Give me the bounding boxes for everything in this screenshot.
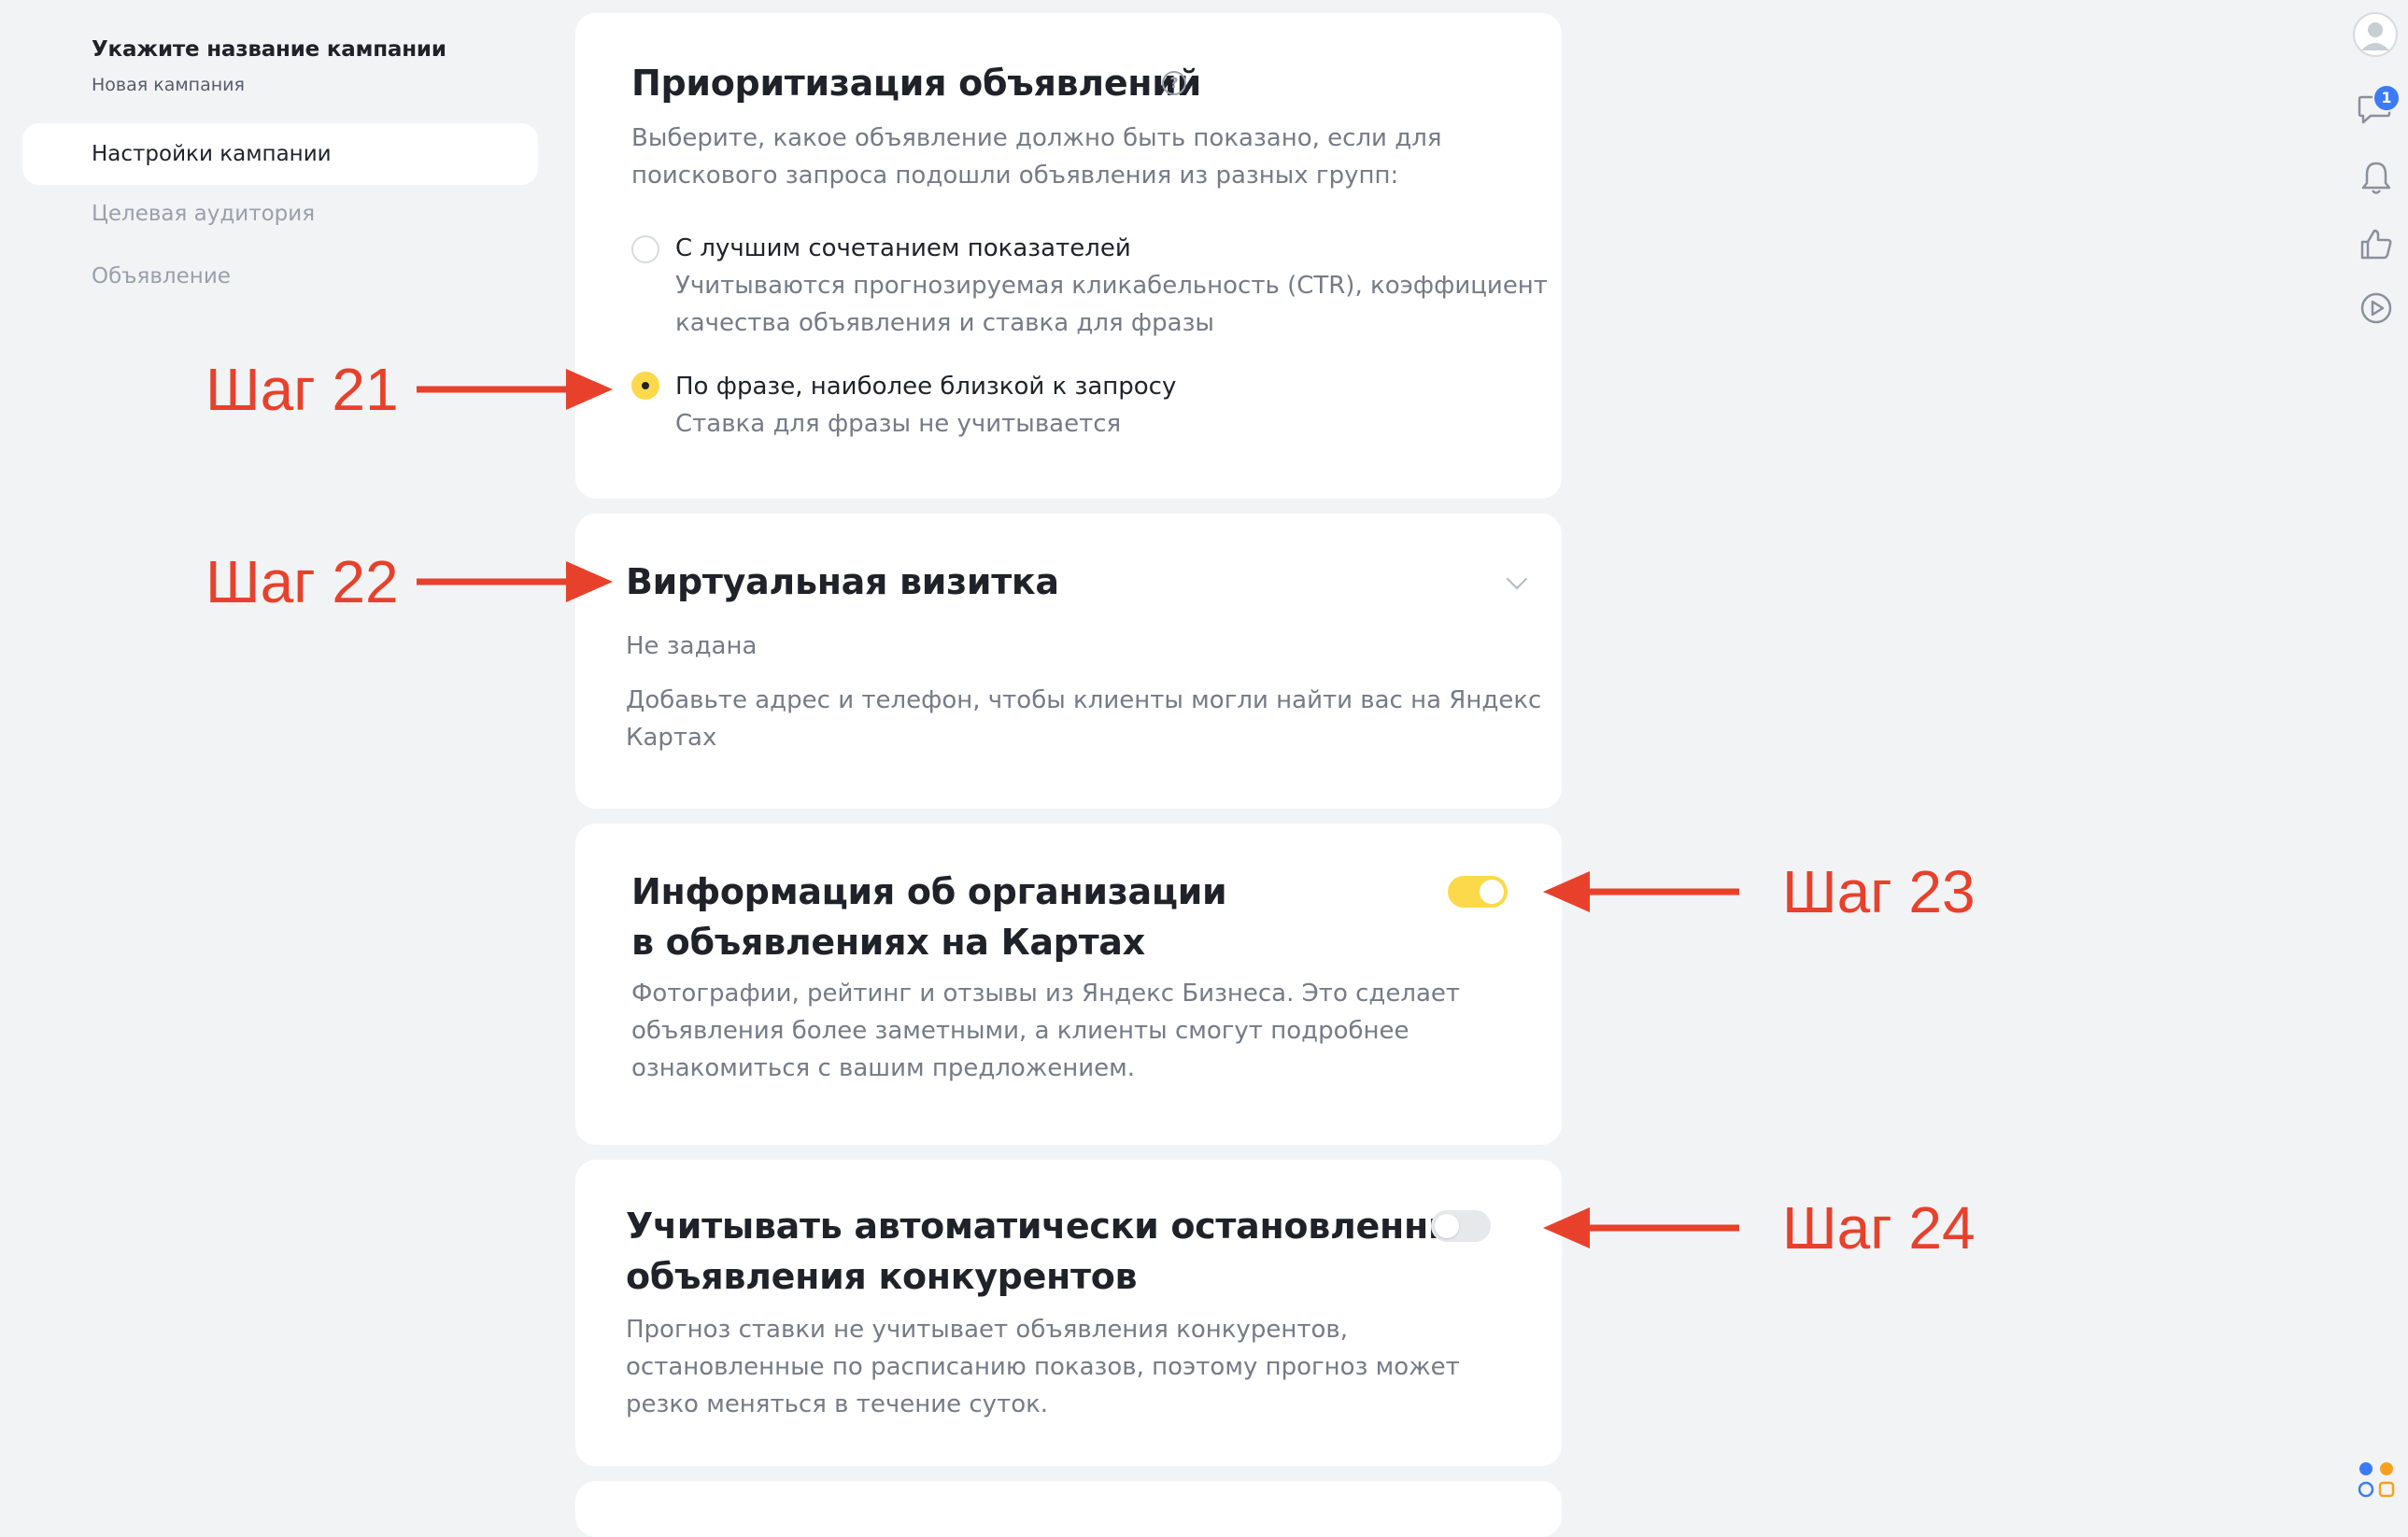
competitors-toggle[interactable] xyxy=(1431,1210,1491,1242)
competitors-card: Учитывать автоматически остановленные об… xyxy=(575,1160,1562,1466)
option-closest-phrase-label[interactable]: По фразе, наиболее близкой к запросу xyxy=(675,368,1176,405)
option-best-combination-desc-2: качества объявления и ставка для фразы xyxy=(675,309,1214,337)
bell-icon[interactable] xyxy=(2358,159,2395,196)
step-22-label: Шаг 22 xyxy=(205,548,399,615)
sidebar-item-campaign-settings[interactable]: Настройки кампании xyxy=(22,123,538,185)
question-circle-icon[interactable]: ? xyxy=(1162,71,1186,95)
org-info-description-2: объявления более заметными, а клиенты см… xyxy=(631,1017,1409,1045)
next-card xyxy=(575,1481,1562,1537)
prioritization-description: Выберите, какое объявление должно быть п… xyxy=(631,124,1442,152)
step-23-arrow xyxy=(1543,871,1739,912)
step-23-label: Шаг 23 xyxy=(1782,858,1976,925)
avatar[interactable] xyxy=(2352,11,2399,58)
radio-closest-phrase[interactable] xyxy=(631,372,659,400)
option-closest-phrase-desc: Ставка для фразы не учитывается xyxy=(675,410,1122,438)
vcard-card[interactable]: Виртуальная визитка Не задана Добавьте а… xyxy=(575,514,1562,809)
org-info-title: Информация об организации xyxy=(631,871,1227,912)
option-best-combination-desc: Учитываются прогнозируемая кликабельност… xyxy=(675,272,1548,300)
sidebar: Укажите название кампании Новая кампания… xyxy=(0,0,560,1503)
prioritization-description-2: поискового запроса подошли объявления из… xyxy=(631,162,1399,190)
org-info-title-2: в объявлениях на Картах xyxy=(631,922,1145,963)
step-24-label: Шаг 24 xyxy=(1782,1194,1976,1262)
campaign-subtitle: Новая кампания xyxy=(92,75,245,95)
chevron-down-icon[interactable] xyxy=(1506,568,1528,590)
thumbs-up-icon[interactable] xyxy=(2358,226,2395,263)
vcard-title: Виртуальная визитка xyxy=(626,561,1059,602)
play-icon[interactable] xyxy=(2358,289,2395,327)
prioritization-card: Приоритизация объявлений ? Выберите, как… xyxy=(575,13,1562,499)
chat-badge: 1 xyxy=(2373,84,2401,112)
step-21-label: Шаг 21 xyxy=(205,356,399,423)
option-best-combination-label[interactable]: С лучшим сочетанием показателей xyxy=(675,230,1131,267)
sidebar-item-target-audience[interactable]: Целевая аудитория xyxy=(22,183,538,245)
radio-best-combination[interactable] xyxy=(631,235,659,263)
sidebar-item-ad[interactable]: Объявление xyxy=(22,246,538,307)
competitors-title-2: объявления конкурентов xyxy=(626,1256,1138,1297)
step-21-arrow xyxy=(417,369,613,410)
competitors-description-3: резко меняться в течение суток. xyxy=(626,1390,1049,1418)
vcard-status: Не задана xyxy=(626,632,758,660)
vcard-description-2: Картах xyxy=(626,724,717,752)
competitors-description: Прогноз ставки не учитывает объявления к… xyxy=(626,1316,1348,1344)
org-info-toggle[interactable] xyxy=(1448,876,1508,908)
org-info-card: Информация об организации в объявлениях … xyxy=(575,824,1562,1145)
competitors-description-2: остановленные по расписанию показов, поэ… xyxy=(626,1353,1460,1381)
org-info-description-3: ознакомиться с вашим предложением. xyxy=(631,1054,1136,1082)
campaign-title[interactable]: Укажите название кампании xyxy=(92,37,446,62)
vcard-description: Добавьте адрес и телефон, чтобы клиенты … xyxy=(626,686,1542,714)
step-22-arrow xyxy=(417,561,613,602)
competitors-title: Учитывать автоматически остановленные xyxy=(626,1206,1484,1247)
step-24-arrow xyxy=(1543,1207,1739,1248)
prioritization-title: Приоритизация объявлений xyxy=(631,63,1201,104)
org-info-description: Фотографии, рейтинг и отзывы из Яндекс Б… xyxy=(631,980,1461,1008)
services-grid-icon[interactable] xyxy=(2356,1459,2397,1500)
